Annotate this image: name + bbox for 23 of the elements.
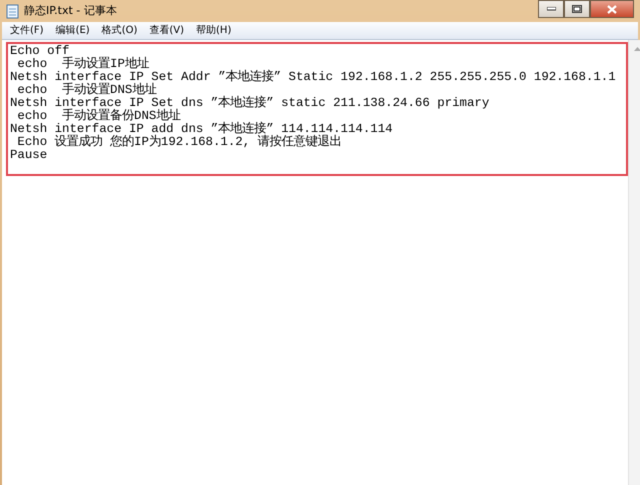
- text-line: echo 手动设置DNS地址: [16, 84, 158, 97]
- text-line: Netsh interface IP Set dns ”本地连接” static 211.138.24.66 primary: [10, 97, 490, 110]
- text-line: Pause: [10, 149, 48, 162]
- menu-item[interactable]: 格式(O): [96, 23, 144, 38]
- close-icon: [607, 4, 617, 14]
- menu-item[interactable]: 查看(V): [143, 23, 190, 38]
- text-line: Netsh interface IP Set Addr ”本地连接” Static 192.168.1.2 255.255.255.0 192.168.1.1: [10, 71, 616, 84]
- notepad-icon: [6, 4, 19, 18]
- scrollbar[interactable]: [628, 40, 640, 485]
- text-line: echo 手动设置IP地址: [16, 58, 150, 71]
- text-line: Echo off: [10, 45, 70, 58]
- menu-item[interactable]: 编辑(E): [50, 23, 96, 38]
- menu-item[interactable]: 文件(F): [4, 23, 50, 38]
- text-line: Netsh interface IP add dns ”本地连接” 114.114.114.114: [10, 123, 394, 136]
- text-line: echo 手动设置备份DNS地址: [16, 110, 182, 123]
- minimize-button[interactable]: [538, 0, 564, 18]
- close-button[interactable]: [590, 0, 634, 18]
- text-line: Echo 设置成功 您的IP为192.168.1.2, 请按任意键退出: [16, 136, 343, 149]
- maximize-button[interactable]: [564, 0, 590, 18]
- window-title: 静态IP.txt - 记事本: [24, 2, 117, 19]
- minimize-icon: [546, 7, 556, 11]
- maximize-icon: [572, 5, 582, 13]
- menu-item[interactable]: 帮助(H): [190, 23, 238, 38]
